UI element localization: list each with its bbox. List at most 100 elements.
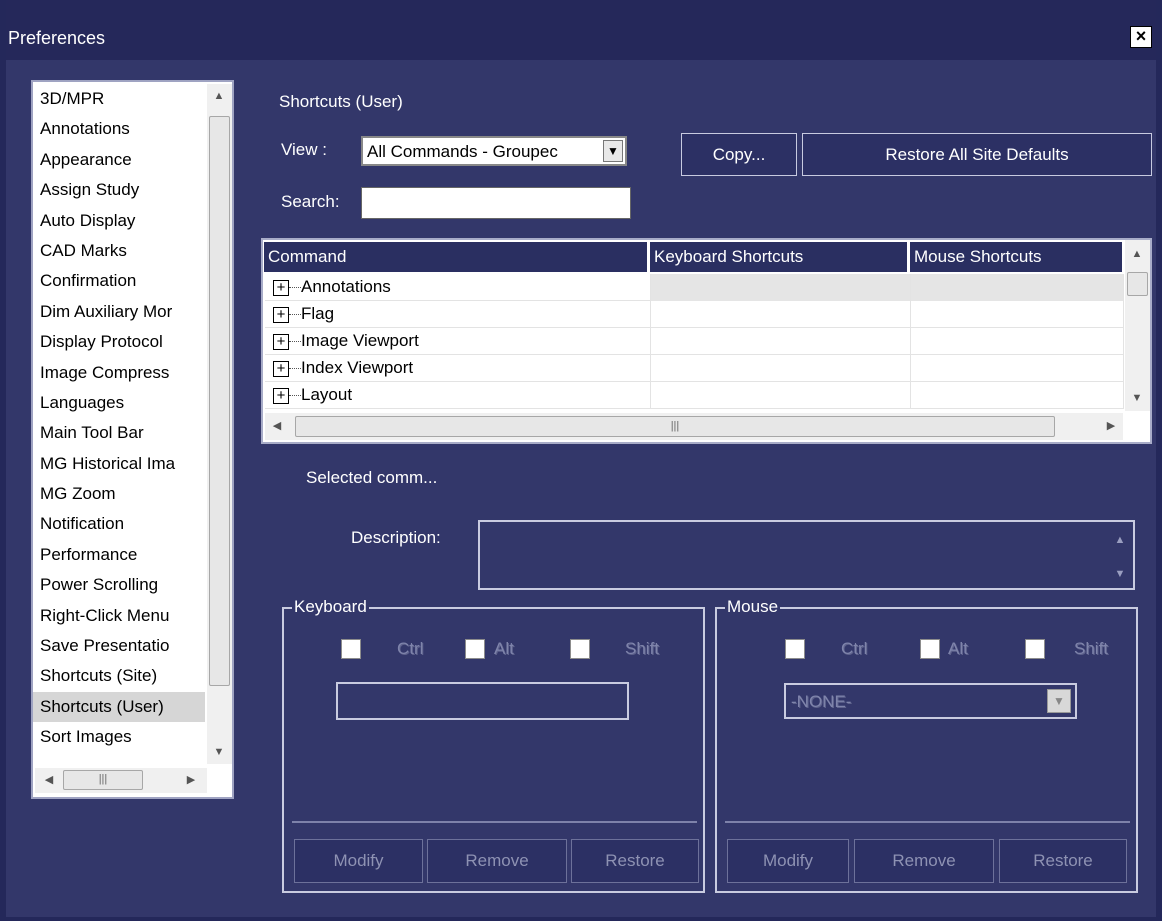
description-scroll-up-arrow-icon[interactable]: ▲ [1110,530,1130,550]
column-header-keyboard[interactable]: Keyboard Shortcuts [649,242,909,272]
column-header-mouse[interactable]: Mouse Shortcuts [909,242,1124,272]
category-item[interactable]: Right-Click Menu [33,601,205,631]
keyboard-shortcut-cell[interactable] [651,355,911,382]
grid-horizontal-scrollbar[interactable]: ◀ ||| ▶ [265,413,1123,440]
grid-row[interactable]: + Layout [265,382,1124,409]
expand-plus-box-icon[interactable]: + [273,388,289,404]
scroll-thumb[interactable] [209,116,230,686]
view-label: View : [281,140,327,159]
mouse-modify-button[interactable]: Modify [727,839,849,883]
restore-all-site-defaults-button[interactable]: Restore All Site Defaults [802,133,1152,176]
mouse-shift-checkbox[interactable] [1025,639,1045,659]
grid-hscroll-thumb[interactable]: ||| [295,416,1055,437]
hscroll-thumb[interactable]: ||| [63,770,143,790]
expand-plus-box-icon[interactable]: + [273,361,289,377]
grid-scroll-down-arrow-icon[interactable]: ▼ [1127,388,1147,408]
keyboard-ctrl-checkbox[interactable] [341,639,361,659]
description-field[interactable]: ▲ ▼ [478,520,1135,590]
category-item[interactable]: Power Scrolling [33,570,205,600]
grid-row[interactable]: + Index Viewport [265,355,1124,382]
category-item[interactable]: Dim Auxiliary Mor [33,297,205,327]
category-list[interactable]: 3D/MPR Annotations Appearance Assign Study A… [31,80,234,799]
category-item[interactable]: Auto Display [33,206,205,236]
grid-scroll-thumb[interactable] [1127,272,1148,296]
close-button[interactable]: × [1130,26,1152,48]
tree-connector [289,287,301,288]
category-item[interactable]: Main Tool Bar [33,418,205,448]
keyboard-shortcut-cell[interactable] [651,301,911,328]
tree-connector [289,395,301,396]
scroll-up-arrow-icon[interactable]: ▲ [209,86,229,106]
category-item[interactable]: Performance [33,540,205,570]
tree-connector [289,368,301,369]
category-item[interactable]: Notification [33,509,205,539]
category-item[interactable]: CAD Marks [33,236,205,266]
description-scroll-down-arrow-icon[interactable]: ▼ [1110,564,1130,584]
view-dropdown-chevron-down-icon[interactable]: ▼ [603,140,623,162]
grid-row[interactable]: + Flag [265,301,1124,328]
category-item[interactable]: Appearance [33,145,205,175]
grid-row[interactable]: + Annotations [265,274,1124,301]
tree-connector [289,341,301,342]
command-cell: + Flag [265,301,651,328]
category-item[interactable]: Confirmation [33,266,205,296]
tree-connector [289,314,301,315]
category-item[interactable]: 3D/MPR [33,84,205,114]
column-header-command[interactable]: Command [263,242,649,272]
keyboard-remove-button[interactable]: Remove [427,839,567,883]
command-cell: + Index Viewport [265,355,651,382]
category-horizontal-scrollbar[interactable]: ◀ ||| ▶ [35,768,207,793]
keyboard-shortcut-cell[interactable] [651,274,911,301]
search-input[interactable] [361,187,631,219]
category-item[interactable]: Shortcuts (User) [33,691,205,723]
view-select[interactable]: All Commands - Groupec ▼ [361,136,627,166]
category-item[interactable]: Save Presentatio [33,631,205,661]
expand-plus-box-icon[interactable]: + [273,307,289,323]
grid-vertical-scrollbar[interactable]: ▲ ▼ [1125,240,1150,411]
mouse-dropdown-chevron-down-icon[interactable]: ▼ [1047,689,1071,713]
mouse-shortcut-cell[interactable] [911,274,1124,301]
mouse-alt-checkbox[interactable] [920,639,940,659]
grid-scroll-up-arrow-icon[interactable]: ▲ [1127,244,1147,264]
keyboard-modify-button[interactable]: Modify [294,839,423,883]
scroll-left-arrow-icon[interactable]: ◀ [39,770,59,790]
keyboard-restore-button[interactable]: Restore [571,839,699,883]
category-item[interactable]: Assign Study [33,175,205,205]
keyboard-shortcut-input[interactable] [336,682,629,720]
expand-plus-box-icon[interactable]: + [273,280,289,296]
mouse-separator [725,821,1130,823]
selected-command-label: Selected comm... [306,468,438,487]
grid-scroll-left-arrow-icon[interactable]: ◀ [267,416,287,436]
mouse-shortcut-cell[interactable] [911,382,1124,409]
keyboard-shortcut-cell[interactable] [651,328,911,355]
category-item[interactable]: Shortcuts (Site) [33,661,205,691]
expand-plus-box-icon[interactable]: + [273,334,289,350]
category-item[interactable]: Languages [33,388,205,418]
command-name: Layout [301,385,353,404]
category-item[interactable]: Annotations [33,114,205,144]
mouse-remove-button[interactable]: Remove [854,839,994,883]
category-vertical-scrollbar[interactable]: ▲ ▼ [207,84,232,764]
category-item[interactable]: MG Zoom [33,479,205,509]
mouse-shortcut-select[interactable]: -NONE- ▼ [784,683,1077,719]
mouse-shortcut-cell[interactable] [911,328,1124,355]
scroll-down-arrow-icon[interactable]: ▼ [209,742,229,762]
keyboard-shift-checkbox[interactable] [570,639,590,659]
category-item[interactable]: MG Historical Ima [33,449,205,479]
category-item[interactable]: Sort Images [33,722,205,752]
mouse-group: Mouse Ctrl Alt Shift -NONE- ▼ Modify Rem… [715,597,1138,893]
scroll-right-arrow-icon[interactable]: ▶ [181,770,201,790]
mouse-shortcut-cell[interactable] [911,301,1124,328]
keyboard-shortcut-cell[interactable] [651,382,911,409]
mouse-restore-button[interactable]: Restore [999,839,1127,883]
grid-row[interactable]: + Image Viewport [265,328,1124,355]
shortcuts-grid[interactable]: Command Keyboard Shortcuts Mouse Shortcu… [261,238,1152,444]
mouse-ctrl-checkbox[interactable] [785,639,805,659]
grid-scroll-right-arrow-icon[interactable]: ▶ [1101,416,1121,436]
category-item[interactable]: Image Compress [33,358,205,388]
mouse-shortcut-cell[interactable] [911,355,1124,382]
keyboard-alt-checkbox[interactable] [465,639,485,659]
copy-button[interactable]: Copy... [681,133,797,176]
category-item[interactable]: Display Protocol [33,327,205,357]
command-name: Flag [301,304,335,323]
